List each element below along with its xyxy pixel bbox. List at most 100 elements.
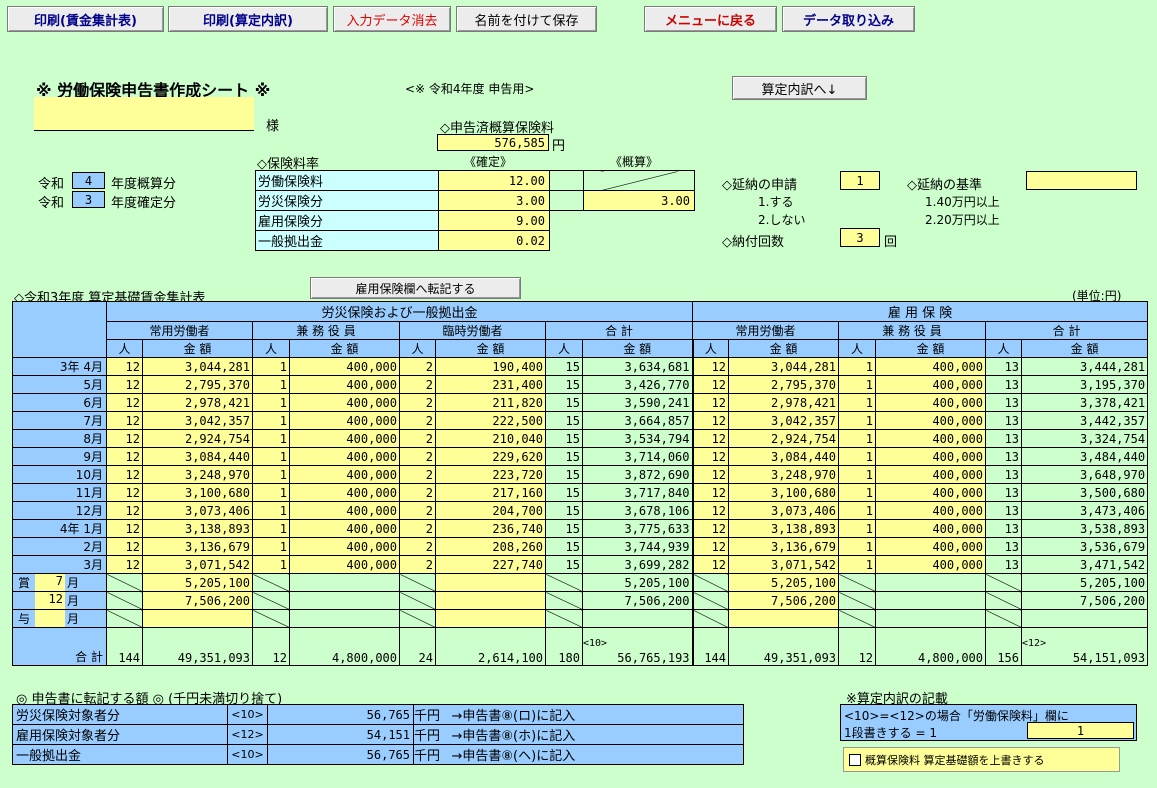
wage-input-cell[interactable]: 12 [106, 501, 143, 520]
wage-input-cell[interactable]: 3,248,970 [728, 465, 840, 484]
wage-input-cell[interactable]: 1 [252, 501, 290, 520]
wage-input-cell[interactable]: 1 [252, 375, 290, 394]
wage-input-cell[interactable]: 400,000 [875, 465, 987, 484]
wage-input-cell[interactable]: 2 [399, 465, 436, 484]
wage-input-cell[interactable]: 400,000 [289, 519, 400, 538]
wage-input-cell[interactable]: 400,000 [289, 375, 400, 394]
wage-input-cell[interactable]: 12 [106, 429, 143, 448]
wage-input-cell[interactable]: 2 [399, 393, 436, 412]
wage-input-cell[interactable]: 12 [691, 519, 730, 538]
wage-input-cell[interactable]: 400,000 [289, 537, 400, 556]
wage-input-cell[interactable]: 400,000 [875, 483, 987, 502]
wage-input-cell[interactable]: 1 [838, 375, 877, 394]
wage-input-cell[interactable]: 236,740 [435, 519, 546, 538]
wage-input-cell[interactable]: 3,138,893 [728, 519, 840, 538]
bonus-month-input[interactable] [35, 610, 65, 627]
wage-input-cell[interactable]: 3,138,893 [142, 519, 253, 538]
wage-input-cell[interactable]: 400,000 [875, 447, 987, 466]
wage-input-cell[interactable]: 1 [838, 519, 877, 538]
wage-input-cell[interactable]: 12 [106, 393, 143, 412]
wage-input-cell[interactable]: 1 [838, 393, 877, 412]
wage-input-cell[interactable]: 1 [252, 411, 290, 430]
wage-input-cell[interactable]: 1 [838, 429, 877, 448]
wage-input-cell[interactable]: 400,000 [289, 501, 400, 520]
wage-input-cell[interactable]: 1 [252, 465, 290, 484]
wage-input-cell[interactable]: 1 [838, 537, 877, 556]
wage-input-cell[interactable]: 400,000 [875, 411, 987, 430]
wage-input-cell[interactable]: 12 [106, 357, 143, 376]
wage-input-cell[interactable]: 400,000 [289, 555, 400, 574]
wage-input-cell[interactable]: 1 [252, 393, 290, 412]
wage-input-cell[interactable]: 12 [106, 447, 143, 466]
wage-input-cell[interactable]: 2 [399, 537, 436, 556]
wage-input-cell[interactable]: 2 [399, 447, 436, 466]
wage-input-cell[interactable]: 400,000 [289, 393, 400, 412]
wage-input-cell[interactable]: 190,400 [435, 357, 546, 376]
wage-input-cell[interactable]: 400,000 [875, 537, 987, 556]
rate-estimate-input[interactable]: 3.00 [583, 190, 695, 211]
wage-input-cell[interactable]: 400,000 [289, 357, 400, 376]
wage-input-cell[interactable]: 12 [691, 501, 730, 520]
wage-input-cell[interactable]: 3,071,542 [142, 555, 253, 574]
print-calc-button[interactable]: 印刷(算定内訳) [168, 6, 328, 32]
wage-input-cell[interactable]: 12 [691, 465, 730, 484]
company-name-input[interactable] [34, 97, 254, 131]
wage-input-cell[interactable]: 1 [838, 483, 877, 502]
bonus-input-cell[interactable] [435, 573, 546, 592]
wage-input-cell[interactable]: 400,000 [875, 501, 987, 520]
deferred-input[interactable]: 1 [840, 171, 880, 190]
bonus-input-cell[interactable]: 7,506,200 [142, 591, 253, 610]
transfer-employment-button[interactable]: 雇用保険欄へ転記する [310, 277, 521, 299]
wage-input-cell[interactable]: 2,924,754 [142, 429, 253, 448]
wage-input-cell[interactable]: 2 [399, 519, 436, 538]
wage-input-cell[interactable]: 400,000 [875, 519, 987, 538]
wage-input-cell[interactable]: 12 [691, 411, 730, 430]
bonus-input-cell[interactable]: 5,205,100 [142, 573, 253, 592]
wage-input-cell[interactable]: 217,160 [435, 483, 546, 502]
bonus-month-input[interactable]: 12 [35, 592, 65, 609]
wage-input-cell[interactable]: 1 [838, 465, 877, 484]
checkbox-icon[interactable] [849, 753, 861, 766]
wage-input-cell[interactable]: 12 [691, 447, 730, 466]
wage-input-cell[interactable]: 1 [252, 447, 290, 466]
bonus-input-cell[interactable] [435, 591, 546, 610]
print-wage-button[interactable]: 印刷(賃金集計表) [7, 6, 164, 32]
wage-input-cell[interactable]: 2 [399, 555, 436, 574]
wage-input-cell[interactable]: 2 [399, 429, 436, 448]
wage-input-cell[interactable]: 229,620 [435, 447, 546, 466]
wage-input-cell[interactable]: 1 [252, 483, 290, 502]
wage-input-cell[interactable]: 3,073,406 [142, 501, 253, 520]
wage-input-cell[interactable]: 12 [106, 483, 143, 502]
wage-input-cell[interactable]: 3,100,680 [142, 483, 253, 502]
wage-input-cell[interactable]: 12 [691, 429, 730, 448]
save-as-button[interactable]: 名前を付けて保存 [456, 6, 597, 32]
wage-input-cell[interactable]: 3,073,406 [728, 501, 840, 520]
wage-input-cell[interactable]: 12 [691, 537, 730, 556]
wage-input-cell[interactable]: 12 [106, 519, 143, 538]
wage-input-cell[interactable]: 12 [106, 411, 143, 430]
wage-input-cell[interactable]: 210,040 [435, 429, 546, 448]
wage-input-cell[interactable]: 12 [691, 483, 730, 502]
wage-input-cell[interactable]: 12 [106, 555, 143, 574]
rate-fixed-input[interactable]: 0.02 [438, 230, 550, 251]
wage-input-cell[interactable]: 400,000 [875, 393, 987, 412]
wage-input-cell[interactable]: 2 [399, 375, 436, 394]
wage-input-cell[interactable]: 12 [691, 393, 730, 412]
wage-input-cell[interactable]: 400,000 [289, 483, 400, 502]
bonus-input-cell[interactable]: 5,205,100 [728, 573, 840, 592]
wage-input-cell[interactable]: 2 [399, 483, 436, 502]
wage-input-cell[interactable]: 400,000 [875, 429, 987, 448]
estimate-year-input[interactable]: 4 [72, 172, 105, 189]
bonus-input-cell[interactable]: 7,506,200 [728, 591, 840, 610]
wage-input-cell[interactable]: 2,978,421 [142, 393, 253, 412]
wage-input-cell[interactable]: 1 [838, 501, 877, 520]
wage-input-cell[interactable]: 400,000 [289, 429, 400, 448]
wage-input-cell[interactable]: 12 [691, 555, 730, 574]
wage-input-cell[interactable]: 12 [691, 357, 730, 376]
wage-input-cell[interactable]: 400,000 [875, 375, 987, 394]
wage-input-cell[interactable]: 12 [106, 537, 143, 556]
declared-amount[interactable]: 576,585 [437, 134, 549, 151]
wage-input-cell[interactable]: 3,248,970 [142, 465, 253, 484]
wage-input-cell[interactable]: 3,071,542 [728, 555, 840, 574]
import-button[interactable]: データ取り込み [782, 6, 915, 32]
